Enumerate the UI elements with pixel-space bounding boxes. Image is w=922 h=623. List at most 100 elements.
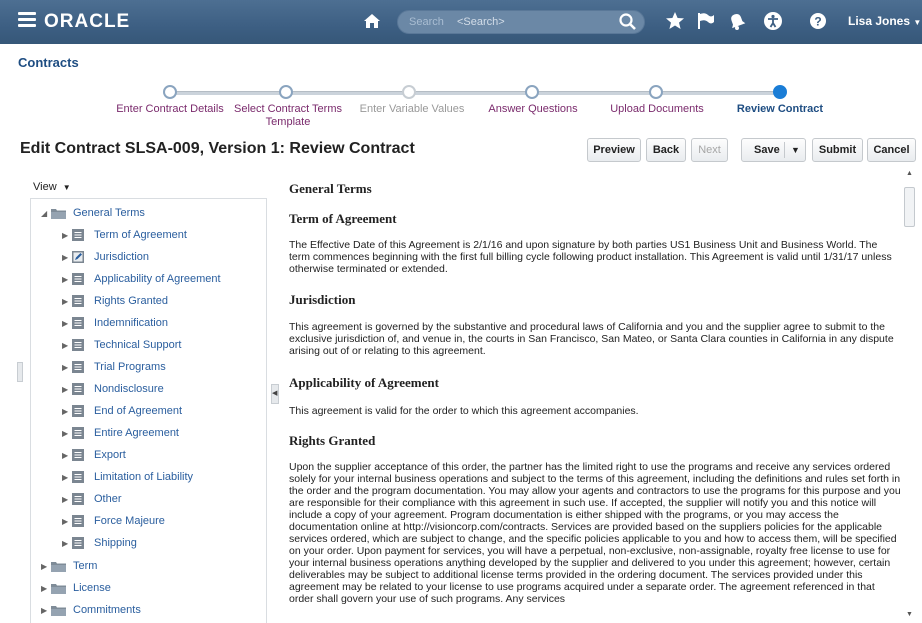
cancel-button[interactable]: Cancel <box>867 138 916 162</box>
collapse-splitter-handle[interactable]: ◀ <box>271 384 279 404</box>
tree-item-section[interactable]: ▶ Term <box>41 556 97 576</box>
notifications-bell-icon[interactable] <box>727 11 747 31</box>
preview-button[interactable]: Preview <box>587 138 641 162</box>
user-name: Lisa Jones <box>848 14 911 28</box>
tree-item-clause[interactable]: ▶ Indemnification <box>62 313 168 333</box>
home-icon[interactable] <box>363 12 381 30</box>
tree-item-clause[interactable]: ▶ Jurisdiction <box>62 247 149 267</box>
collapse-left-pane-handle[interactable] <box>17 362 23 382</box>
page-title: Contracts <box>18 55 79 70</box>
chevron-down-icon: ▼ <box>913 18 922 27</box>
tree-item-general-terms[interactable]: ◢ General Terms <box>41 203 145 223</box>
chevron-down-icon[interactable]: ▼ <box>791 145 800 155</box>
train-stop-select-contract-terms-template[interactable] <box>279 85 293 99</box>
folder-icon <box>51 561 66 572</box>
expand-triangle-icon[interactable]: ▶ <box>62 517 72 526</box>
train-stop-upload-documents[interactable] <box>649 85 663 99</box>
clause-title-jurisdiction: Jurisdiction <box>289 292 356 307</box>
tree-item-clause[interactable]: ▶ Nondisclosure <box>62 379 164 399</box>
tree-item-clause[interactable]: ▶ Rights Granted <box>62 291 168 311</box>
expand-triangle-icon[interactable]: ▶ <box>41 562 51 571</box>
expand-triangle-icon[interactable]: ▶ <box>62 231 72 240</box>
expand-triangle-icon[interactable]: ▶ <box>62 363 72 372</box>
expand-triangle-icon[interactable]: ▶ <box>62 495 72 504</box>
accessibility-icon[interactable] <box>763 11 783 31</box>
search-icon[interactable] <box>618 12 638 32</box>
scroll-up-arrow-icon[interactable]: ▲ <box>906 170 913 177</box>
tree-item-clause[interactable]: ▶ Export <box>62 445 126 465</box>
expand-triangle-icon[interactable]: ▶ <box>62 429 72 438</box>
tree-item-clause[interactable]: ▶ Limitation of Liability <box>62 467 193 487</box>
expand-triangle-icon[interactable]: ▶ <box>62 253 72 262</box>
folder-icon <box>51 605 66 616</box>
train-label-enter-contract-details[interactable]: Enter Contract Details <box>110 103 230 116</box>
back-button[interactable]: Back <box>646 138 686 162</box>
submit-button[interactable]: Submit <box>812 138 863 162</box>
scroll-down-arrow-icon[interactable]: ▼ <box>906 611 913 618</box>
tree-item-clause[interactable]: ▶ Applicability of Agreement <box>62 269 221 289</box>
tree-item-clause[interactable]: ▶ Other <box>62 489 122 509</box>
tree-item-label: Entire Agreement <box>94 427 179 439</box>
train-label-select-contract-terms-template[interactable]: Select Contract Terms Template <box>230 103 346 129</box>
tree-item-label: Applicability of Agreement <box>94 273 221 285</box>
document-icon <box>72 295 84 307</box>
user-menu[interactable]: Lisa Jones ▼ <box>848 14 921 28</box>
expand-triangle-icon[interactable]: ▶ <box>62 451 72 460</box>
tree-item-clause[interactable]: ▶ Technical Support <box>62 335 181 355</box>
navigator-menu-icon[interactable] <box>18 12 36 28</box>
expand-triangle-icon[interactable]: ▶ <box>62 539 72 548</box>
search-input[interactable]: <Search> <box>457 16 505 28</box>
tree-item-section[interactable]: ▶ Commitments <box>41 600 141 620</box>
expand-triangle-icon[interactable]: ▶ <box>62 473 72 482</box>
tree-item-label: Nondisclosure <box>94 383 164 395</box>
train-stop-answer-questions[interactable] <box>525 85 539 99</box>
clause-text-term: The Effective Date of this Agreement is … <box>289 239 892 275</box>
help-icon[interactable]: ? <box>808 11 828 31</box>
scroll-thumb[interactable] <box>904 187 915 227</box>
tree-item-label: Commitments <box>73 604 141 616</box>
train-stop-review-contract[interactable] <box>773 85 787 99</box>
tree-item-section[interactable]: ▶ License <box>41 578 111 598</box>
document-icon <box>72 339 84 351</box>
expand-triangle-icon[interactable]: ▶ <box>62 319 72 328</box>
tree-item-clause[interactable]: ▶ End of Agreement <box>62 401 182 421</box>
tree-item-clause[interactable]: ▶ Trial Programs <box>62 357 166 377</box>
train-label-answer-questions[interactable]: Answer Questions <box>478 103 588 116</box>
save-button-label: Save <box>754 144 780 156</box>
contract-preview: General Terms Term of Agreement The Effe… <box>289 177 907 623</box>
expand-triangle-icon[interactable]: ▶ <box>62 275 72 284</box>
document-icon <box>72 471 84 483</box>
global-header: ORACLE Search <Search> ? Lisa Jones ▼ <box>0 0 922 44</box>
expand-triangle-icon[interactable]: ▶ <box>62 385 72 394</box>
clause-text-rights: Upon the supplier acceptance of this ord… <box>289 461 901 605</box>
tree-item-label: Technical Support <box>94 339 182 351</box>
clause-title-term: Term of Agreement <box>289 211 397 226</box>
folder-icon <box>51 208 66 219</box>
train-stop-enter-variable-values <box>402 85 416 99</box>
expand-triangle-icon[interactable]: ▶ <box>62 407 72 416</box>
clause-text-applicability: This agreement is valid for the order to… <box>289 405 639 417</box>
content-scrollbar[interactable]: ▲ ▼ <box>902 168 916 623</box>
favorites-star-icon[interactable] <box>665 11 685 31</box>
save-button[interactable]: Save ▼ <box>741 138 806 162</box>
view-menu[interactable]: View ▼ <box>33 181 71 193</box>
train-connector <box>170 91 282 95</box>
train-label-line: Select Contract Terms <box>233 103 342 115</box>
svg-text:?: ? <box>814 15 821 29</box>
train-stop-enter-contract-details[interactable] <box>163 85 177 99</box>
expand-triangle-icon[interactable]: ▶ <box>41 606 51 615</box>
document-icon <box>72 405 84 417</box>
watchlist-flag-icon[interactable] <box>696 11 716 31</box>
train-connector <box>655 91 779 95</box>
tree-item-clause[interactable]: ▶ Force Majeure <box>62 511 165 531</box>
train-label-upload-documents[interactable]: Upload Documents <box>601 103 713 116</box>
expand-triangle-icon[interactable]: ▶ <box>62 297 72 306</box>
tree-item-clause[interactable]: ▶ Shipping <box>62 533 137 553</box>
document-icon <box>72 229 84 241</box>
expand-triangle-icon[interactable]: ▶ <box>41 584 51 593</box>
tree-item-clause[interactable]: ▶ Term of Agreement <box>62 225 187 245</box>
expand-triangle-icon[interactable]: ▶ <box>62 341 72 350</box>
global-search-box[interactable]: Search <Search> <box>397 10 645 34</box>
tree-item-clause[interactable]: ▶ Entire Agreement <box>62 423 179 443</box>
collapse-triangle-icon[interactable]: ◢ <box>41 209 51 218</box>
